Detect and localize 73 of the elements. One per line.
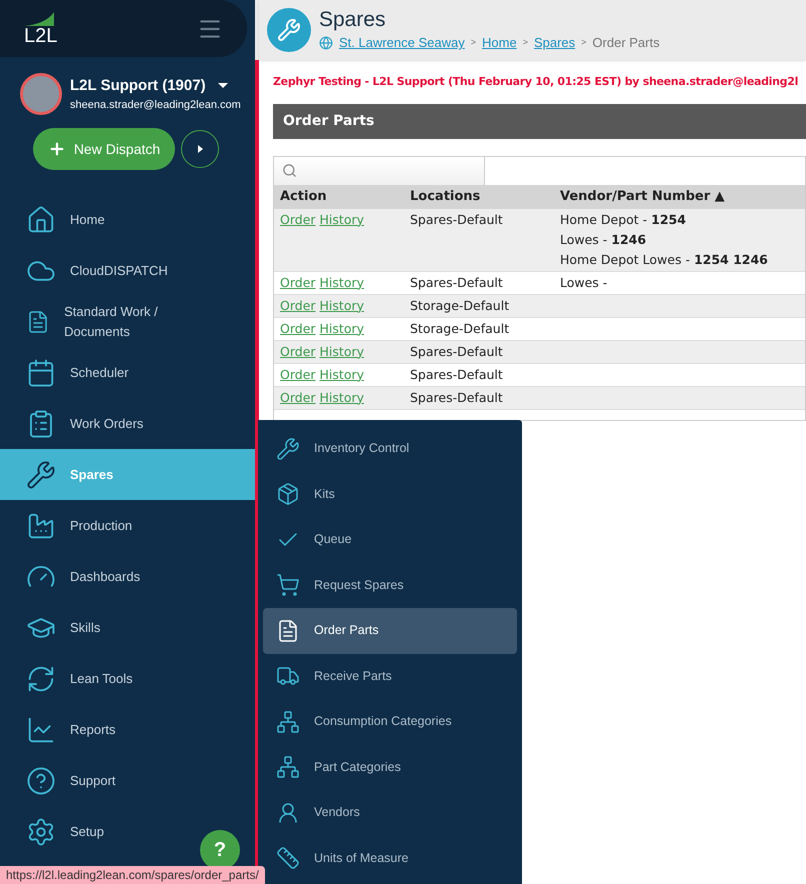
- settings-icon: [26, 816, 56, 846]
- table-cell-text: Spares-Default: [409, 274, 504, 292]
- cart-icon: [276, 573, 300, 598]
- breadcrumb-separator: >: [470, 36, 476, 50]
- vendor-part-text: Lowes - 1246: [560, 230, 648, 248]
- column-header[interactable]: Locations: [404, 186, 554, 206]
- wrench-icon: [276, 436, 300, 461]
- column-header[interactable]: Action: [274, 186, 404, 206]
- sidebar-item[interactable]: Production: [0, 500, 195, 551]
- submenu-item[interactable]: Receive Parts: [263, 654, 517, 699]
- wrench-icon: [26, 460, 56, 490]
- wrench-badge-icon: [267, 8, 311, 52]
- status-bar: https://l2l.leading2lean.com/spares/order_parts/: [0, 866, 265, 884]
- action-link[interactable]: Order: [280, 274, 316, 292]
- sidebar-item[interactable]: CloudDISPATCH: [0, 245, 195, 296]
- action-link[interactable]: History: [320, 320, 364, 338]
- hierarchy-icon: [276, 755, 300, 780]
- user-name[interactable]: L2L Support (1907): [70, 74, 206, 97]
- sidebar-item[interactable]: Dashboards: [0, 551, 195, 602]
- table-cell-text: Spares-Default: [409, 388, 504, 406]
- breadcrumb-current: Order Parts: [592, 34, 660, 52]
- hierarchy-icon: [276, 710, 300, 734]
- house-icon: [26, 204, 56, 234]
- sidebar-item[interactable]: Lean Tools: [0, 653, 195, 704]
- breadcrumb-separator: >: [522, 36, 528, 50]
- help-icon: [26, 766, 56, 796]
- dropdown-caret-icon[interactable]: [218, 83, 228, 88]
- sidebar-item[interactable]: Home: [0, 194, 195, 245]
- logo-text: L2L: [24, 26, 58, 46]
- box-icon: [276, 482, 300, 506]
- user-email: sheena.strader@leading2lean.com: [70, 98, 241, 113]
- sidebar-item[interactable]: Scheduler: [0, 347, 195, 398]
- submenu-item[interactable]: Part Categories: [263, 744, 517, 790]
- column-header[interactable]: Vendor/Part Number ▲: [554, 186, 805, 206]
- action-link[interactable]: Order: [280, 320, 316, 338]
- action-link[interactable]: History: [320, 274, 364, 292]
- action-link[interactable]: Order: [280, 366, 316, 384]
- sidebar-item[interactable]: Work Orders: [0, 398, 195, 449]
- sidebar-item[interactable]: Skills: [0, 602, 195, 653]
- submenu-item[interactable]: Order Parts: [263, 608, 517, 654]
- table-cell-text: Spares-Default: [409, 366, 504, 384]
- submenu-item[interactable]: Units of Measure: [263, 836, 517, 881]
- sidebar-item[interactable]: Standard Work / Documents: [0, 296, 195, 347]
- sidebar-item[interactable]: Reports: [0, 704, 195, 755]
- submenu-item[interactable]: Vendors: [263, 790, 517, 836]
- table-cell-text: Spares-Default: [409, 342, 504, 360]
- vendor-part-text: Home Depot - 1254: [560, 210, 687, 228]
- ruler-icon: [276, 846, 300, 870]
- table-cell-text: Storage-Default: [409, 320, 510, 338]
- calendar-icon: [26, 358, 56, 388]
- action-link[interactable]: History: [320, 366, 364, 384]
- submenu-item[interactable]: Kits: [263, 472, 517, 517]
- sidebar-item[interactable]: Support: [0, 755, 195, 806]
- notice-text: Zephyr Testing - L2L Support (Thu February 10, 01:25 EST) by sheena.strader@leading2l: [273, 74, 800, 90]
- submenu-item[interactable]: Queue: [263, 517, 517, 562]
- vendor-part-text: Home Depot Lowes - 1254 1246: [560, 250, 769, 268]
- table-cell-text: Storage-Default: [409, 296, 510, 314]
- plus-icon: [48, 140, 66, 158]
- breadcrumb-separator: >: [581, 36, 586, 50]
- search-icon: [282, 163, 297, 178]
- submenu-item[interactable]: Request Spares: [263, 562, 517, 608]
- sidebar-item[interactable]: Setup: [0, 806, 195, 857]
- panel-title-bar: Order Parts: [273, 104, 806, 138]
- vendor-part-text: Lowes -: [560, 274, 608, 292]
- expand-button[interactable]: [181, 130, 219, 168]
- search-field[interactable]: [274, 156, 485, 184]
- avatar: [20, 73, 62, 115]
- page-title: Spares: [319, 7, 387, 34]
- submenu-item[interactable]: Inventory Control: [263, 426, 517, 472]
- table-cell-text: Spares-Default: [409, 210, 504, 229]
- globe-icon: [319, 36, 333, 50]
- play-arrow-icon: [198, 145, 202, 153]
- submenu-item[interactable]: Consumption Categories: [263, 699, 517, 744]
